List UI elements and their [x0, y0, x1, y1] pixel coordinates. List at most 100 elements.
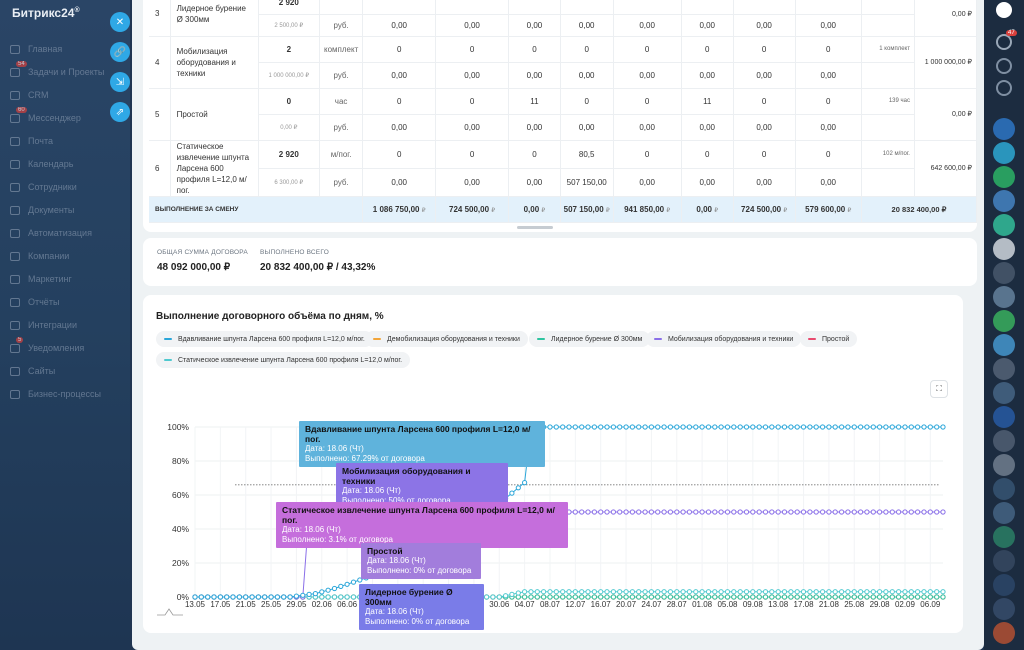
data-point: [845, 589, 851, 595]
chat-avatar[interactable]: [993, 454, 1015, 476]
chat-avatar[interactable]: [993, 286, 1015, 308]
day-qty-cell[interactable]: 0: [613, 36, 682, 63]
chat-avatar[interactable]: [993, 310, 1015, 332]
horizontal-scrollbar[interactable]: [517, 226, 553, 229]
bell-icon[interactable]: [996, 34, 1012, 50]
day-sum-cell: 0,00: [560, 114, 614, 141]
day-qty-cell[interactable]: 11: [508, 88, 561, 115]
data-point: [743, 589, 750, 595]
sidebar-item[interactable]: Маркетинг: [10, 272, 72, 286]
chat-avatar[interactable]: [993, 166, 1015, 188]
day-qty-cell[interactable]: 0: [435, 140, 509, 169]
plan-qty[interactable]: 0: [258, 88, 320, 115]
avatar[interactable]: [993, 118, 1015, 140]
plan-qty[interactable]: 2: [258, 36, 320, 63]
day-qty-cell[interactable]: [795, 0, 862, 15]
link-icon[interactable]: 🔗: [110, 42, 130, 62]
day-qty-cell[interactable]: [435, 0, 509, 15]
day-qty-cell[interactable]: [613, 0, 682, 15]
data-point: [522, 480, 528, 486]
data-point: [756, 589, 762, 595]
collapse-icon[interactable]: ⇲: [110, 72, 130, 92]
day-sum-cell: 0,00: [435, 114, 509, 141]
close-icon[interactable]: ✕: [110, 12, 130, 32]
data-point: [794, 589, 800, 595]
data-point: [762, 424, 769, 430]
sidebar-item[interactable]: Интеграции: [10, 318, 77, 332]
chat-avatar[interactable]: [993, 190, 1015, 212]
chat-avatar[interactable]: [993, 430, 1015, 452]
chat-avatar[interactable]: [993, 382, 1015, 404]
day-qty-cell[interactable]: 0: [733, 140, 796, 169]
chat-avatar[interactable]: [993, 622, 1015, 644]
day-qty-cell[interactable]: 0: [508, 36, 561, 63]
day-qty-cell[interactable]: 0: [795, 36, 862, 63]
day-qty-cell[interactable]: 0: [613, 88, 682, 115]
sidebar-item[interactable]: Бизнес-процессы: [10, 387, 101, 401]
day-qty-cell[interactable]: 0: [733, 88, 796, 115]
sidebar-item[interactable]: Уведомления 5: [10, 337, 84, 355]
day-qty-cell[interactable]: [560, 0, 614, 15]
chat-avatar[interactable]: [993, 238, 1015, 260]
chat-avatar[interactable]: [993, 334, 1015, 356]
day-qty-cell[interactable]: 0: [733, 36, 796, 63]
chat-avatar[interactable]: [993, 358, 1015, 380]
sidebar-item[interactable]: Календарь: [10, 157, 73, 171]
data-point: [553, 594, 559, 600]
chat-avatar[interactable]: [993, 214, 1015, 236]
chat-avatar[interactable]: [993, 574, 1015, 596]
day-qty-cell[interactable]: 0: [435, 88, 509, 115]
sidebar-item[interactable]: Документы: [10, 203, 74, 217]
chat-avatar[interactable]: [993, 142, 1015, 164]
play-icon[interactable]: [996, 2, 1012, 18]
search-icon[interactable]: [996, 80, 1012, 96]
sidebar-item[interactable]: Автоматизация: [10, 226, 92, 240]
fact-qty: 102 м/пог.: [861, 140, 915, 169]
day-qty-cell[interactable]: 0: [681, 140, 734, 169]
sidebar-item[interactable]: Мессенджер 60: [10, 107, 81, 125]
sidebar-item[interactable]: Задачи и Проекты 54: [10, 61, 104, 79]
day-qty-cell[interactable]: 0: [362, 88, 437, 115]
day-qty-cell[interactable]: 0: [362, 36, 437, 63]
chat-avatar[interactable]: [993, 550, 1015, 572]
day-qty-cell[interactable]: 0: [795, 140, 862, 169]
day-qty-cell[interactable]: 0: [435, 36, 509, 63]
sidebar-item[interactable]: Отчёты: [10, 295, 59, 309]
chat-icon[interactable]: [996, 58, 1012, 74]
data-point: [839, 594, 845, 600]
chat-avatar[interactable]: [993, 598, 1015, 620]
chat-avatar[interactable]: [993, 478, 1015, 500]
sidebar-item[interactable]: Сотрудники: [10, 180, 77, 194]
sidebar-item[interactable]: Сайты: [10, 364, 55, 378]
chat-avatar[interactable]: [993, 502, 1015, 524]
sidebar-item-label: CRM: [28, 90, 49, 100]
sidebar-item[interactable]: Почта: [10, 134, 53, 148]
chat-avatar[interactable]: [993, 262, 1015, 284]
day-qty-cell[interactable]: 11: [681, 88, 734, 115]
day-qty-cell[interactable]: [508, 0, 561, 15]
day-qty-cell[interactable]: 0: [508, 140, 561, 169]
day-qty-cell[interactable]: 80,5: [560, 140, 614, 169]
app-logo[interactable]: Битрикс24®: [12, 6, 80, 20]
day-qty-cell[interactable]: 0: [681, 36, 734, 63]
sidebar-item[interactable]: Компании: [10, 249, 69, 263]
plan-qty[interactable]: 2 920: [258, 0, 320, 15]
day-qty-cell[interactable]: [733, 0, 796, 15]
chat-avatar[interactable]: [993, 406, 1015, 428]
day-qty-cell[interactable]: 0: [795, 88, 862, 115]
data-point: [268, 594, 274, 600]
data-point: [845, 594, 851, 600]
day-qty-cell[interactable]: 0: [362, 140, 437, 169]
day-qty-cell[interactable]: [362, 0, 437, 15]
day-qty-cell[interactable]: 0: [613, 140, 682, 169]
day-qty-cell[interactable]: [681, 0, 734, 15]
day-qty-cell[interactable]: 0: [560, 36, 614, 63]
sidebar-item[interactable]: CRM: [10, 88, 49, 102]
x-tick-label: 04.07: [515, 600, 536, 609]
sidebar-item[interactable]: Главная: [10, 42, 62, 56]
chat-avatar[interactable]: [993, 526, 1015, 548]
day-qty-cell[interactable]: 0: [560, 88, 614, 115]
open-new-window-icon[interactable]: ⇗: [110, 102, 130, 122]
plan-qty[interactable]: 2 920: [258, 140, 320, 169]
data-point: [807, 589, 813, 595]
